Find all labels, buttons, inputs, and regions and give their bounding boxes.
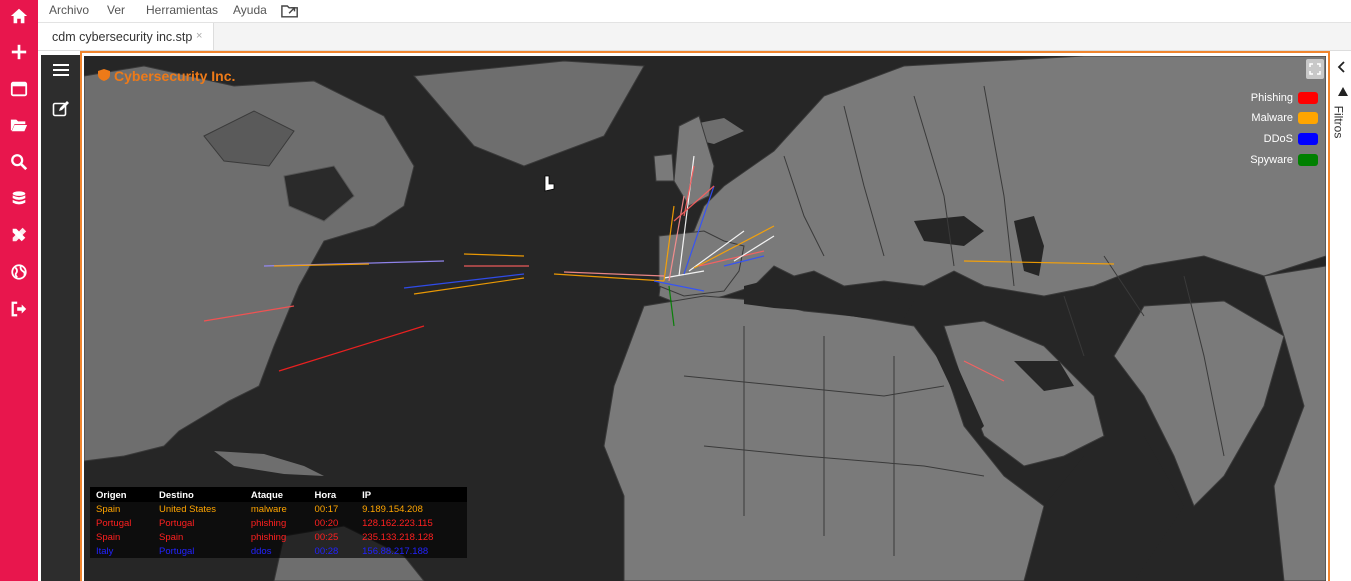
tools-icon[interactable]	[0, 220, 38, 250]
cell-destino: Spain	[159, 531, 184, 543]
legend-spyware: Spyware	[1250, 153, 1318, 167]
cell-hora: 00:28	[314, 545, 339, 557]
legend-swatch	[1298, 133, 1318, 145]
triangle-up-icon[interactable]	[1338, 87, 1348, 96]
cell-origen: Spain	[96, 503, 121, 515]
attack-map[interactable]: Cybersecurity Inc. Phishing Malware DDoS…	[84, 56, 1326, 581]
map-title: Cybersecurity Inc.	[114, 68, 236, 84]
legend-label: Malware	[1251, 112, 1293, 124]
cell-origen: Italy	[96, 545, 114, 557]
cell-ip: 235.133.218.128	[362, 531, 434, 543]
table-row: Portugal Portugal phishing 00:20 128.162.223…	[90, 516, 467, 530]
cell-ip: 9.189.154.208	[362, 503, 423, 515]
legend-malware: Malware	[1251, 111, 1318, 125]
table-row: Italy Portugal ddos 00:28 156.88.217.188	[90, 544, 467, 558]
cell-ataque: ddos	[250, 545, 272, 557]
cell-hora: 00:17	[314, 503, 339, 515]
legend-label: Phishing	[1250, 92, 1293, 104]
attack-log-table: Origen Destino Ataque Hora IP Spain Unite…	[90, 487, 467, 558]
plus-icon[interactable]	[0, 37, 38, 67]
edit-icon[interactable]	[41, 94, 81, 124]
sign-out-icon[interactable]	[0, 294, 38, 324]
menu-ayuda[interactable]: Ayuda	[233, 3, 267, 17]
table-header-row: Origen Destino Ataque Hora IP	[90, 487, 467, 502]
globe-icon[interactable]	[0, 257, 38, 287]
cell-destino: Portugal	[159, 517, 195, 529]
tab-cdm-cybersecurity[interactable]: cdm cybersecurity inc.stp ×	[38, 23, 214, 50]
legend-ddos: DDoS	[1264, 132, 1318, 146]
cell-hora: 00:25	[314, 531, 339, 543]
window-icon[interactable]	[0, 74, 38, 104]
tool-panel	[41, 55, 81, 581]
cell-ip: 128.162.223.115	[362, 517, 433, 529]
database-icon[interactable]	[0, 184, 38, 214]
cell-ataque: phishing	[250, 531, 287, 543]
folder-export-icon[interactable]	[281, 2, 299, 19]
cell-ataque: malware	[250, 503, 287, 515]
legend-label: Spyware	[1250, 154, 1293, 166]
fullscreen-icon[interactable]	[1306, 59, 1324, 79]
tab-bar: cdm cybersecurity inc.stp ×	[38, 23, 1351, 51]
col-hora: Hora	[308, 487, 357, 502]
cell-hora: 00:20	[314, 517, 339, 529]
col-origen: Origen	[90, 487, 154, 502]
cell-origen: Spain	[96, 531, 121, 543]
filters-tab[interactable]: Filtros	[1331, 101, 1349, 145]
tab-label: cdm cybersecurity inc.stp	[52, 30, 193, 44]
hamburger-icon[interactable]	[41, 55, 81, 85]
menu-archivo[interactable]: Archivo	[49, 3, 89, 17]
shield-icon	[98, 69, 110, 81]
table-row: Spain United States malware 00:17 9.189.154.…	[90, 502, 467, 516]
chevron-left-icon[interactable]	[1336, 61, 1348, 73]
cell-ataque: phishing	[250, 517, 287, 529]
cell-ip: 156.88.217.188	[362, 545, 429, 557]
folder-open-icon[interactable]	[0, 110, 38, 140]
legend-swatch	[1298, 154, 1318, 166]
legend-phishing: Phishing	[1251, 91, 1318, 105]
table-row: Spain Spain phishing 00:25 235.133.218.128	[90, 530, 467, 544]
legend-swatch	[1298, 92, 1318, 104]
col-ip: IP	[356, 487, 467, 502]
cell-destino: United States	[159, 503, 217, 515]
menu-ver[interactable]: Ver	[107, 3, 125, 17]
cell-destino: Portugal	[159, 545, 195, 557]
cell-origen: Portugal	[96, 517, 132, 529]
filters-strip: Filtros	[1331, 51, 1351, 581]
legend-swatch	[1298, 112, 1318, 124]
legend-label: DDoS	[1263, 133, 1293, 145]
left-sidebar	[0, 0, 38, 581]
col-ataque: Ataque	[244, 487, 309, 502]
search-icon[interactable]	[0, 147, 38, 177]
home-icon[interactable]	[0, 1, 38, 31]
filters-label: Filtros	[1331, 105, 1346, 139]
menu-bar: Archivo Ver Herramientas Ayuda	[38, 0, 1351, 23]
col-destino: Destino	[153, 487, 245, 502]
menu-herramientas[interactable]: Herramientas	[146, 3, 218, 17]
tab-close-icon[interactable]: ×	[196, 30, 202, 42]
